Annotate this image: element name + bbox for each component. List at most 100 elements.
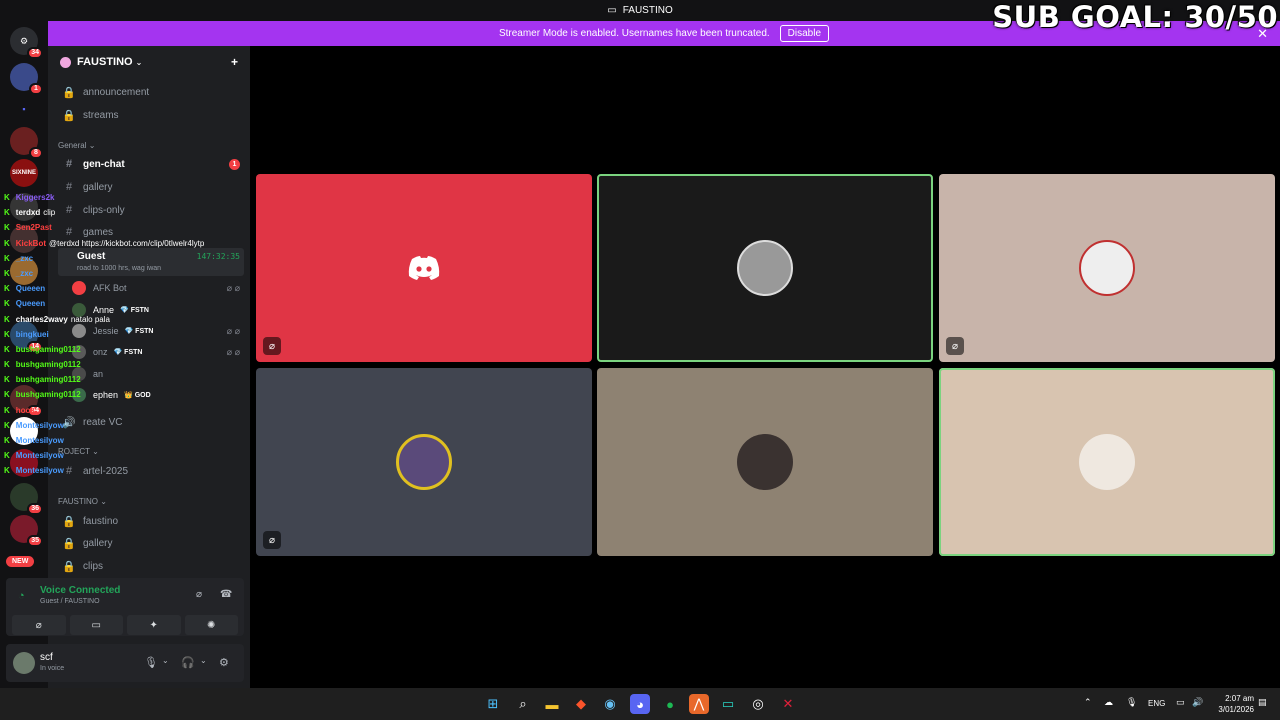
kick-icon: K xyxy=(4,314,10,324)
terminal-icon[interactable]: ▭ xyxy=(718,694,738,714)
chat-username: Montesilyow xyxy=(15,420,64,430)
avatar xyxy=(737,434,793,490)
video-tile[interactable]: ⌀ xyxy=(256,368,592,556)
channel-gen-chat[interactable]: # gen-chat 1 xyxy=(56,154,244,174)
spotify-icon[interactable]: ● xyxy=(660,694,680,714)
kick-icon: K xyxy=(4,208,10,218)
folder-glyph: ▪ xyxy=(22,104,26,114)
chat-username: Sen2Past xyxy=(15,223,52,233)
chat-message: Kbushgaming0112 xyxy=(4,342,244,357)
microphone-icon[interactable]: 🎙 xyxy=(1126,697,1137,708)
category-faustino[interactable]: FAUSTINO ⌄ xyxy=(58,497,107,506)
discord-icon[interactable]: ◕ xyxy=(630,694,650,714)
channel-clips[interactable]: 🔒 clips xyxy=(56,556,244,576)
camera-off-icon: ⌀ xyxy=(263,531,281,549)
chevron-up-icon[interactable]: ⌃ xyxy=(1084,697,1092,708)
channel-streams[interactable]: 🔒 streams xyxy=(56,105,244,125)
chat-username: hook xyxy=(15,405,35,415)
video-tile[interactable] xyxy=(597,368,933,556)
server-icon[interactable]: 35 xyxy=(10,515,43,547)
kick-icon: K xyxy=(4,405,10,415)
camera-off-icon: ⌀ xyxy=(35,619,42,631)
disable-streamer-mode-button[interactable]: Disable xyxy=(779,25,830,42)
search-icon[interactable]: ⌕ xyxy=(513,694,533,714)
server-icon[interactable]: 1 xyxy=(10,63,43,95)
language-indicator[interactable]: ENG xyxy=(1148,699,1165,708)
voice-connected-label[interactable]: Voice Connected xyxy=(40,585,120,596)
invite-people-icon[interactable]: + xyxy=(231,55,238,69)
kick-icon: K xyxy=(4,193,10,202)
chat-username: _zxc xyxy=(15,268,34,278)
chat-username: Montesilyow xyxy=(15,436,64,445)
chat-message: K Montesilyow xyxy=(4,433,244,448)
video-tile[interactable]: ⌀ xyxy=(256,174,592,362)
video-tile[interactable]: ⌀ xyxy=(939,174,1275,362)
avatar[interactable] xyxy=(13,652,35,674)
chat-message: Kcharles2wavy natalo pala xyxy=(4,312,244,327)
notification-icon[interactable]: ▤ xyxy=(1258,697,1267,708)
system-clock[interactable]: 2:07 am 3/01/2026 xyxy=(1218,693,1254,715)
disconnect-icon[interactable]: ☎ xyxy=(220,589,232,600)
channel-gallery-private[interactable]: 🔒 gallery xyxy=(56,533,244,553)
clock-date: 3/01/2026 xyxy=(1218,705,1254,714)
activities-button[interactable]: ✦ xyxy=(127,615,181,635)
brave-browser-icon[interactable]: ◆ xyxy=(571,694,591,714)
lock-icon: 🔒 xyxy=(62,537,76,550)
banner-text: Streamer Mode is enabled. Usernames have… xyxy=(498,28,770,39)
microphone-icon[interactable]: 🎙 xyxy=(144,656,158,669)
mention-badge: 8 xyxy=(29,147,43,159)
file-explorer-icon[interactable]: ▬ xyxy=(542,694,562,714)
server-icon[interactable]: SIXNINE xyxy=(10,159,38,187)
new-badge[interactable]: NEW xyxy=(6,556,35,567)
chevron-down-icon[interactable]: ⌄ xyxy=(200,656,207,665)
chat-username: Kiggers2k xyxy=(15,193,55,202)
category-label: FAUSTINO xyxy=(58,497,99,506)
server-icon[interactable]: 8 xyxy=(10,127,43,159)
screen-share-button[interactable]: ▭ xyxy=(69,615,123,635)
chat-username: Montesilyow xyxy=(15,451,64,461)
app-icon[interactable]: ✕ xyxy=(778,694,798,714)
chat-message: K Montesilyow xyxy=(4,418,244,433)
server-header[interactable]: FAUSTINO ⌄ + xyxy=(48,46,250,78)
noise-suppression-icon[interactable]: ⌀ xyxy=(196,589,202,600)
obs-icon[interactable]: ◎ xyxy=(748,694,768,714)
windows-start-icon[interactable]: ⊞ xyxy=(483,694,503,714)
cloud-icon[interactable]: ☁ xyxy=(1104,697,1113,708)
kick-icon: K xyxy=(4,375,10,385)
channel-faustino[interactable]: 🔒 faustino xyxy=(56,511,244,531)
server-name: FAUSTINO xyxy=(77,56,133,68)
server-icon[interactable]: 36 xyxy=(10,483,43,515)
video-tile[interactable] xyxy=(597,174,933,362)
steam-icon[interactable]: ◉ xyxy=(600,694,620,714)
channel-announcement[interactable]: 🔒 announcement xyxy=(56,82,244,102)
kick-icon: K xyxy=(4,420,10,430)
chat-message: K Queeen xyxy=(4,281,244,296)
kick-icon: K xyxy=(4,451,10,461)
chat-username: bushgaming0112 xyxy=(15,390,81,400)
discord-home-icon: ⚙ xyxy=(19,35,29,46)
folder-icon[interactable]: ▪ xyxy=(10,95,38,123)
video-tile[interactable] xyxy=(939,368,1275,556)
soundboard-button[interactable]: ✺ xyxy=(184,615,238,635)
activities-icon: ✦ xyxy=(149,619,158,631)
network-icon[interactable]: ▭ xyxy=(1176,697,1185,708)
category-general[interactable]: General ⌄ xyxy=(58,141,95,150)
signal-icon[interactable]: ◔ xyxy=(18,590,25,602)
headphones-icon[interactable]: 🎧 xyxy=(181,656,195,669)
kick-icon: K xyxy=(4,238,10,248)
stream-chat-overlay: K Kiggers2k Kterdxd clip K Sen2Past K KickBo… xyxy=(4,190,244,479)
chat-text: natalo pala xyxy=(70,314,110,324)
channel-label: gallery xyxy=(83,537,113,549)
kick-icon: K xyxy=(4,390,10,400)
app-icon[interactable]: ⋀ xyxy=(689,694,709,714)
chat-message: K Sen2Past xyxy=(4,220,244,235)
direct-messages-button[interactable]: ⚙ 34 xyxy=(10,27,43,59)
chevron-down-icon[interactable]: ⌄ xyxy=(162,656,169,665)
camera-off-button[interactable]: ⌀ xyxy=(12,615,66,635)
kick-icon: K xyxy=(4,360,10,370)
gear-icon[interactable]: ⚙ xyxy=(219,656,229,669)
clock-time: 2:07 am xyxy=(1225,694,1254,703)
mention-badge: 36 xyxy=(27,503,43,515)
username[interactable]: scf xyxy=(40,652,53,663)
volume-icon[interactable]: 🔊 xyxy=(1192,697,1203,708)
